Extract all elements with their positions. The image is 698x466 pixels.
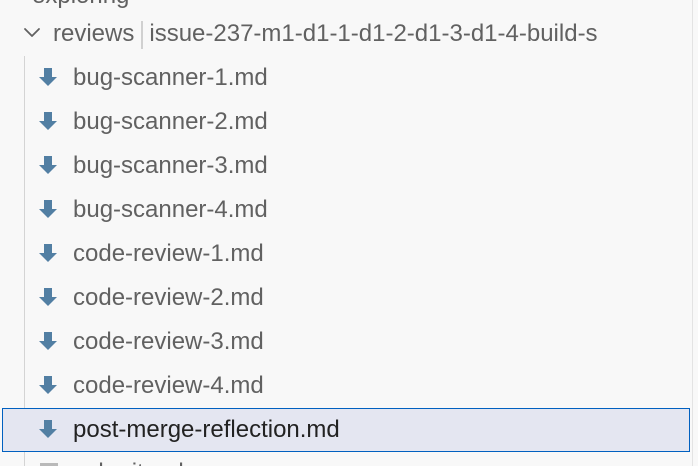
folder-name-reviews: reviews [53,20,135,47]
markdown-download-icon [39,156,57,174]
file-item-label: post-merge-reflection.md [73,416,340,443]
file-item[interactable]: bug-scanner-3.md [0,144,698,188]
markdown-download-icon [39,200,57,218]
markdown-download-icon [39,376,57,394]
folder-path: reviews issue-237-m1-d1-1-d1-2-d1-3-d1-4-… [53,20,598,49]
file-item-label: bug-scanner-2.md [73,108,268,135]
file-item-label: code-review-3.md [73,328,264,355]
markdown-download-icon [39,68,57,86]
folder-row-reviews[interactable]: reviews issue-237-m1-d1-1-d1-2-d1-3-d1-4-… [0,12,698,56]
file-item[interactable]: code-review-2.md [0,276,698,320]
file-item-label: code-review-1.md [73,240,264,267]
scrollbar-track-edge [692,0,693,466]
file-item-label: bug-scanner-1.md [73,64,268,91]
markdown-download-icon [39,244,57,262]
file-item[interactable]: code-review-1.md [0,232,698,276]
markdown-download-icon [39,332,57,350]
file-item-selected[interactable]: post-merge-reflection.md [2,408,690,452]
file-item[interactable]: code-review-3.md [0,320,698,364]
file-item-label: code-review-2.md [73,284,264,311]
file-item[interactable]: bug-scanner-2.md [0,100,698,144]
clipped-top-row-label: exploring [32,0,129,9]
file-item-partial[interactable]: submit.md [0,452,698,466]
file-item-label: bug-scanner-4.md [73,196,268,223]
file-item-label: bug-scanner-3.md [73,152,268,179]
markdown-download-icon [39,288,57,306]
file-explorer-tree: exploring reviews issue-237-m1-d1-1-d1-2-… [0,0,698,466]
markdown-download-icon [39,420,57,438]
chevron-down-icon[interactable] [22,23,42,43]
file-item-label: code-review-4.md [73,372,264,399]
markdown-download-icon [39,112,57,130]
file-item[interactable]: bug-scanner-1.md [0,56,698,100]
file-item[interactable]: bug-scanner-4.md [0,188,698,232]
file-item-label: submit.md [73,458,184,466]
folder-name-issue: issue-237-m1-d1-1-d1-2-d1-3-d1-4-build-s [149,20,598,47]
file-item[interactable]: code-review-4.md [0,364,698,408]
path-separator [141,20,144,49]
